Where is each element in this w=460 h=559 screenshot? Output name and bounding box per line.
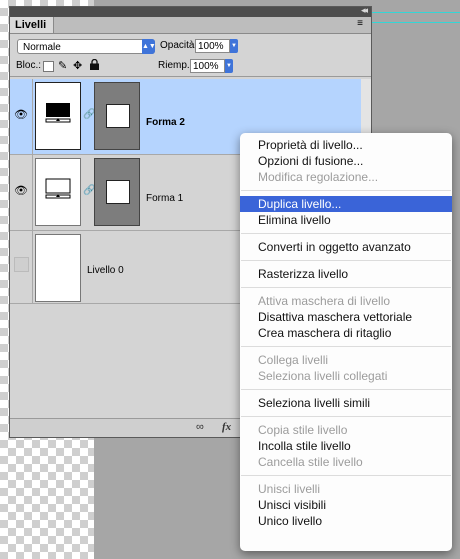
menu-item[interactable]: Seleziona livelli simili	[240, 395, 452, 411]
eye-icon[interactable]: 👁	[14, 184, 28, 197]
link-icon[interactable]: ∞	[196, 421, 204, 433]
panel-tab-bar: Livelli ≡	[10, 17, 371, 34]
collapse-icon[interactable]: ◂◂	[361, 5, 368, 16]
blend-mode-value: Normale	[23, 42, 61, 53]
fx-icon[interactable]: fx	[222, 421, 231, 433]
menu-item: Seleziona livelli collegati	[258, 369, 388, 383]
layer-name[interactable]: Forma 2	[146, 117, 185, 128]
lock-transparency-icon[interactable]	[43, 61, 54, 72]
context-menu: Proprietà di livello... Opzioni di fusion…	[240, 133, 452, 551]
visibility-toggle-empty[interactable]	[14, 257, 29, 272]
menu-item[interactable]: Incolla stile livello	[240, 438, 452, 454]
fill-dropdown-icon[interactable]: ▼	[225, 59, 233, 73]
tab-layers[interactable]: Livelli	[10, 17, 54, 33]
opacity-field[interactable]: 100%	[195, 39, 230, 53]
menu-item: Attiva maschera di livello	[258, 294, 391, 308]
layer-name[interactable]: Forma 1	[146, 193, 183, 204]
guide-line	[372, 22, 460, 23]
menu-item[interactable]: Proprietà di livello...	[240, 137, 452, 153]
vector-mask-thumbnail[interactable]	[94, 82, 140, 150]
menu-item: Modifica regolazione...	[258, 170, 379, 184]
menu-item: Collega livelli	[258, 353, 329, 367]
menu-item[interactable]: Unico livello	[240, 513, 452, 529]
menu-item: Cancella stile livello	[258, 455, 363, 469]
vector-mask-thumbnail[interactable]	[94, 158, 140, 226]
layer-name[interactable]: Livello 0	[87, 265, 124, 276]
fill-label: Riemp.:	[158, 60, 193, 71]
menu-separator	[241, 260, 451, 261]
lock-position-icon[interactable]: ✥	[73, 59, 82, 72]
menu-item[interactable]: Crea maschera di ritaglio	[240, 325, 452, 341]
menu-item: Unisci livelli	[258, 482, 321, 496]
panel-menu-icon[interactable]: ≡	[357, 18, 363, 29]
eye-icon[interactable]: 👁	[14, 108, 28, 121]
lock-pixels-icon[interactable]: ✎	[58, 59, 67, 72]
layer-thumbnail[interactable]	[35, 234, 81, 302]
menu-item[interactable]: Disattiva maschera vettoriale	[240, 309, 452, 325]
menu-item[interactable]: Opzioni di fusione...	[240, 153, 452, 169]
opacity-dropdown-icon[interactable]: ▼	[230, 39, 238, 53]
lock-all-icon[interactable]	[90, 58, 99, 73]
panel-title-bar[interactable]: ◂◂	[10, 5, 371, 17]
layer-thumbnail[interactable]	[35, 82, 81, 150]
menu-separator	[241, 233, 451, 234]
mask-shape	[106, 180, 130, 204]
layer-thumbnail[interactable]	[35, 158, 81, 226]
menu-separator	[241, 389, 451, 390]
blend-mode-select[interactable]: Normale ▲▼	[17, 39, 156, 54]
menu-item: Copia stile livello	[258, 423, 348, 437]
visibility-cell[interactable]: 👁	[10, 79, 33, 154]
fill-field[interactable]: 100%	[190, 59, 225, 73]
opacity-label: Opacità:	[160, 40, 198, 51]
chevron-down-icon[interactable]: ▲▼	[142, 39, 156, 54]
menu-separator	[241, 346, 451, 347]
menu-item[interactable]: Rasterizza livello	[240, 266, 452, 282]
menu-item[interactable]: Duplica livello...	[240, 196, 452, 212]
lock-row: Bloc.: ✎ ✥ Riemp.: 100% ▼	[10, 56, 371, 77]
menu-separator	[241, 287, 451, 288]
lock-label: Bloc.:	[16, 60, 42, 71]
blend-row: Normale ▲▼ Opacità: 100% ▼	[10, 34, 371, 56]
guide-line	[372, 12, 460, 13]
menu-item[interactable]: Elimina livello	[240, 212, 452, 228]
menu-item[interactable]: Converti in oggetto avanzato	[240, 239, 452, 255]
menu-separator	[241, 416, 451, 417]
mask-shape	[106, 104, 130, 128]
menu-separator	[241, 475, 451, 476]
visibility-cell[interactable]: 👁	[10, 155, 33, 230]
visibility-cell[interactable]	[10, 231, 33, 303]
menu-item[interactable]: Unisci visibili	[240, 497, 452, 513]
menu-separator	[241, 190, 451, 191]
